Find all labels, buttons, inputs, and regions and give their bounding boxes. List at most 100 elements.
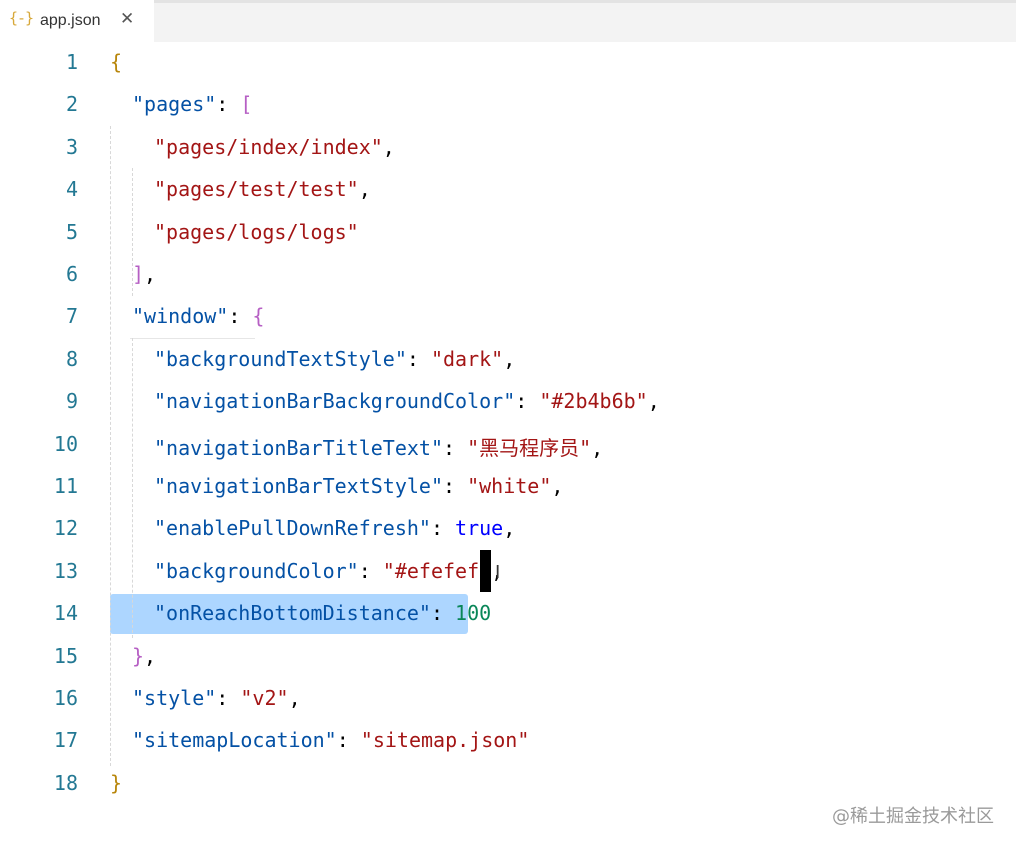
code-token: "#efefef" [382, 558, 492, 583]
text-cursor [480, 550, 491, 592]
code-content: "sitemapLocation": "sitemap.json" [132, 728, 529, 752]
code-content: "navigationBarTextStyle": "white", [154, 474, 563, 498]
code-line: 17 "sitemapLocation": "sitemap.json" [0, 720, 1016, 762]
code-token: "onReachBottomDistance" [154, 601, 431, 626]
code-token: "#2b4b6b" [539, 389, 648, 414]
code-token: "enablePullDownRefresh" [154, 516, 431, 541]
code-token: : [406, 346, 431, 371]
code-line: 3 "pages/index/index", [0, 127, 1016, 169]
code-line: 15}, [0, 636, 1016, 678]
tab-label: app.json [40, 12, 101, 29]
code-line: 12 "enablePullDownRefresh": true, [0, 508, 1016, 550]
code-line: 6], [0, 254, 1016, 296]
code-token: : [216, 92, 241, 117]
code-token: , [551, 474, 564, 498]
line-number: 5 [65, 219, 78, 244]
code-token: "pages" [132, 92, 217, 117]
line-number: 12 [53, 516, 78, 541]
line-number: 15 [53, 643, 78, 668]
code-token: true [455, 516, 504, 541]
code-line: 7 "window": { [0, 296, 1016, 338]
code-token: , [503, 516, 516, 541]
code-token: , [503, 346, 516, 371]
code-token: , [144, 643, 157, 668]
code-content: "onReachBottomDistance": 100 [154, 601, 491, 625]
code-editor[interactable]: 1{2 "pages": [3 "pages/index/index", 4 "page… [0, 42, 1016, 850]
code-token: , [144, 262, 157, 286]
code-token: : [336, 728, 361, 753]
code-token: "黑马程序员" [467, 435, 592, 460]
code-content: "window": { [132, 304, 264, 328]
line-number: 7 [65, 304, 78, 329]
line-number: 1 [65, 50, 78, 74]
code-token: "pages/logs/logs" [154, 219, 359, 244]
line-number: 11 [53, 474, 78, 498]
code-token: "pages/test/test" [154, 177, 359, 202]
code-token: , [382, 134, 395, 159]
tab-app-json[interactable]: {-} app.json ✕ [0, 0, 154, 45]
code-content: }, [132, 644, 156, 668]
code-token: "navigationBarBackgroundColor" [154, 389, 516, 414]
code-line: 16 "style": "v2", [0, 678, 1016, 720]
code-line: 2 "pages": [ [0, 84, 1016, 126]
code-token: } [110, 770, 123, 795]
code-token: "navigationBarTextStyle" [154, 474, 443, 498]
code-token: "backgroundColor" [154, 558, 359, 583]
line-number: 13 [53, 558, 78, 583]
code-token: "window" [132, 304, 229, 329]
code-token: 100 [455, 601, 492, 626]
tab-bar: {-} app.json ✕ [0, 0, 1016, 45]
code-line: 9 "navigationBarBackgroundColor": "#2b4b6… [0, 381, 1016, 423]
json-file-icon: {-} [9, 9, 34, 27]
code-content: "pages/index/index", [154, 135, 395, 159]
code-line: 5 "pages/logs/logs" [0, 212, 1016, 254]
code-token: "pages/index/index" [154, 134, 383, 159]
code-content: } [110, 771, 122, 795]
code-token: : [358, 558, 383, 583]
line-number: 2 [65, 92, 78, 117]
code-token: , [288, 686, 301, 710]
code-token: [ [240, 92, 253, 117]
code-token: , [591, 435, 604, 460]
line-number: 14 [53, 601, 78, 626]
code-content: "pages": [ [132, 92, 252, 116]
code-token: "sitemapLocation" [132, 728, 337, 753]
code-line: 13 "backgroundColor": "#efefef", [0, 551, 1016, 593]
code-token: : [228, 304, 253, 329]
code-line: 1{ [0, 42, 1016, 84]
code-token: "backgroundTextStyle" [154, 346, 407, 371]
code-content: "enablePullDownRefresh": true, [154, 516, 515, 540]
code-line: 11 "navigationBarTextStyle": "white", [0, 466, 1016, 508]
code-token: : [515, 389, 540, 414]
code-token: } [132, 643, 145, 668]
line-number: 17 [53, 728, 78, 753]
code-token: , [647, 389, 660, 414]
code-line: 10 "navigationBarTitleText": "黑马程序员", [0, 424, 1016, 466]
code-line: 4 "pages/test/test", [0, 169, 1016, 211]
code-token: : [430, 516, 456, 541]
code-token: : [442, 474, 468, 498]
line-number: 6 [65, 262, 78, 286]
code-token: "navigationBarTitleText" [154, 435, 443, 460]
code-content: "navigationBarBackgroundColor": "#2b4b6b… [154, 389, 660, 413]
code-token: "sitemap.json" [360, 728, 530, 753]
line-number: 8 [65, 346, 78, 371]
line-number: 16 [53, 686, 78, 710]
code-content: "backgroundColor": "#efefef", [154, 559, 503, 583]
code-content: { [110, 50, 122, 74]
ibeam-cursor-icon: I [495, 562, 501, 583]
code-token: "dark" [430, 346, 504, 371]
line-number: 9 [65, 389, 78, 414]
code-token: { [110, 50, 123, 74]
code-token: "white" [467, 474, 552, 498]
code-token: : [442, 435, 468, 460]
code-token: "v2" [240, 686, 289, 710]
line-number: 10 [53, 431, 78, 456]
code-line: 8 "backgroundTextStyle": "dark", [0, 339, 1016, 381]
code-line: 14 "onReachBottomDistance": 100 [0, 593, 1016, 635]
close-icon[interactable]: ✕ [120, 9, 134, 29]
code-content: ], [132, 262, 156, 286]
watermark: @稀土掘金技术社区 [832, 806, 994, 827]
code-content: "pages/logs/logs" [154, 220, 359, 244]
code-line: 18} [0, 763, 1016, 805]
